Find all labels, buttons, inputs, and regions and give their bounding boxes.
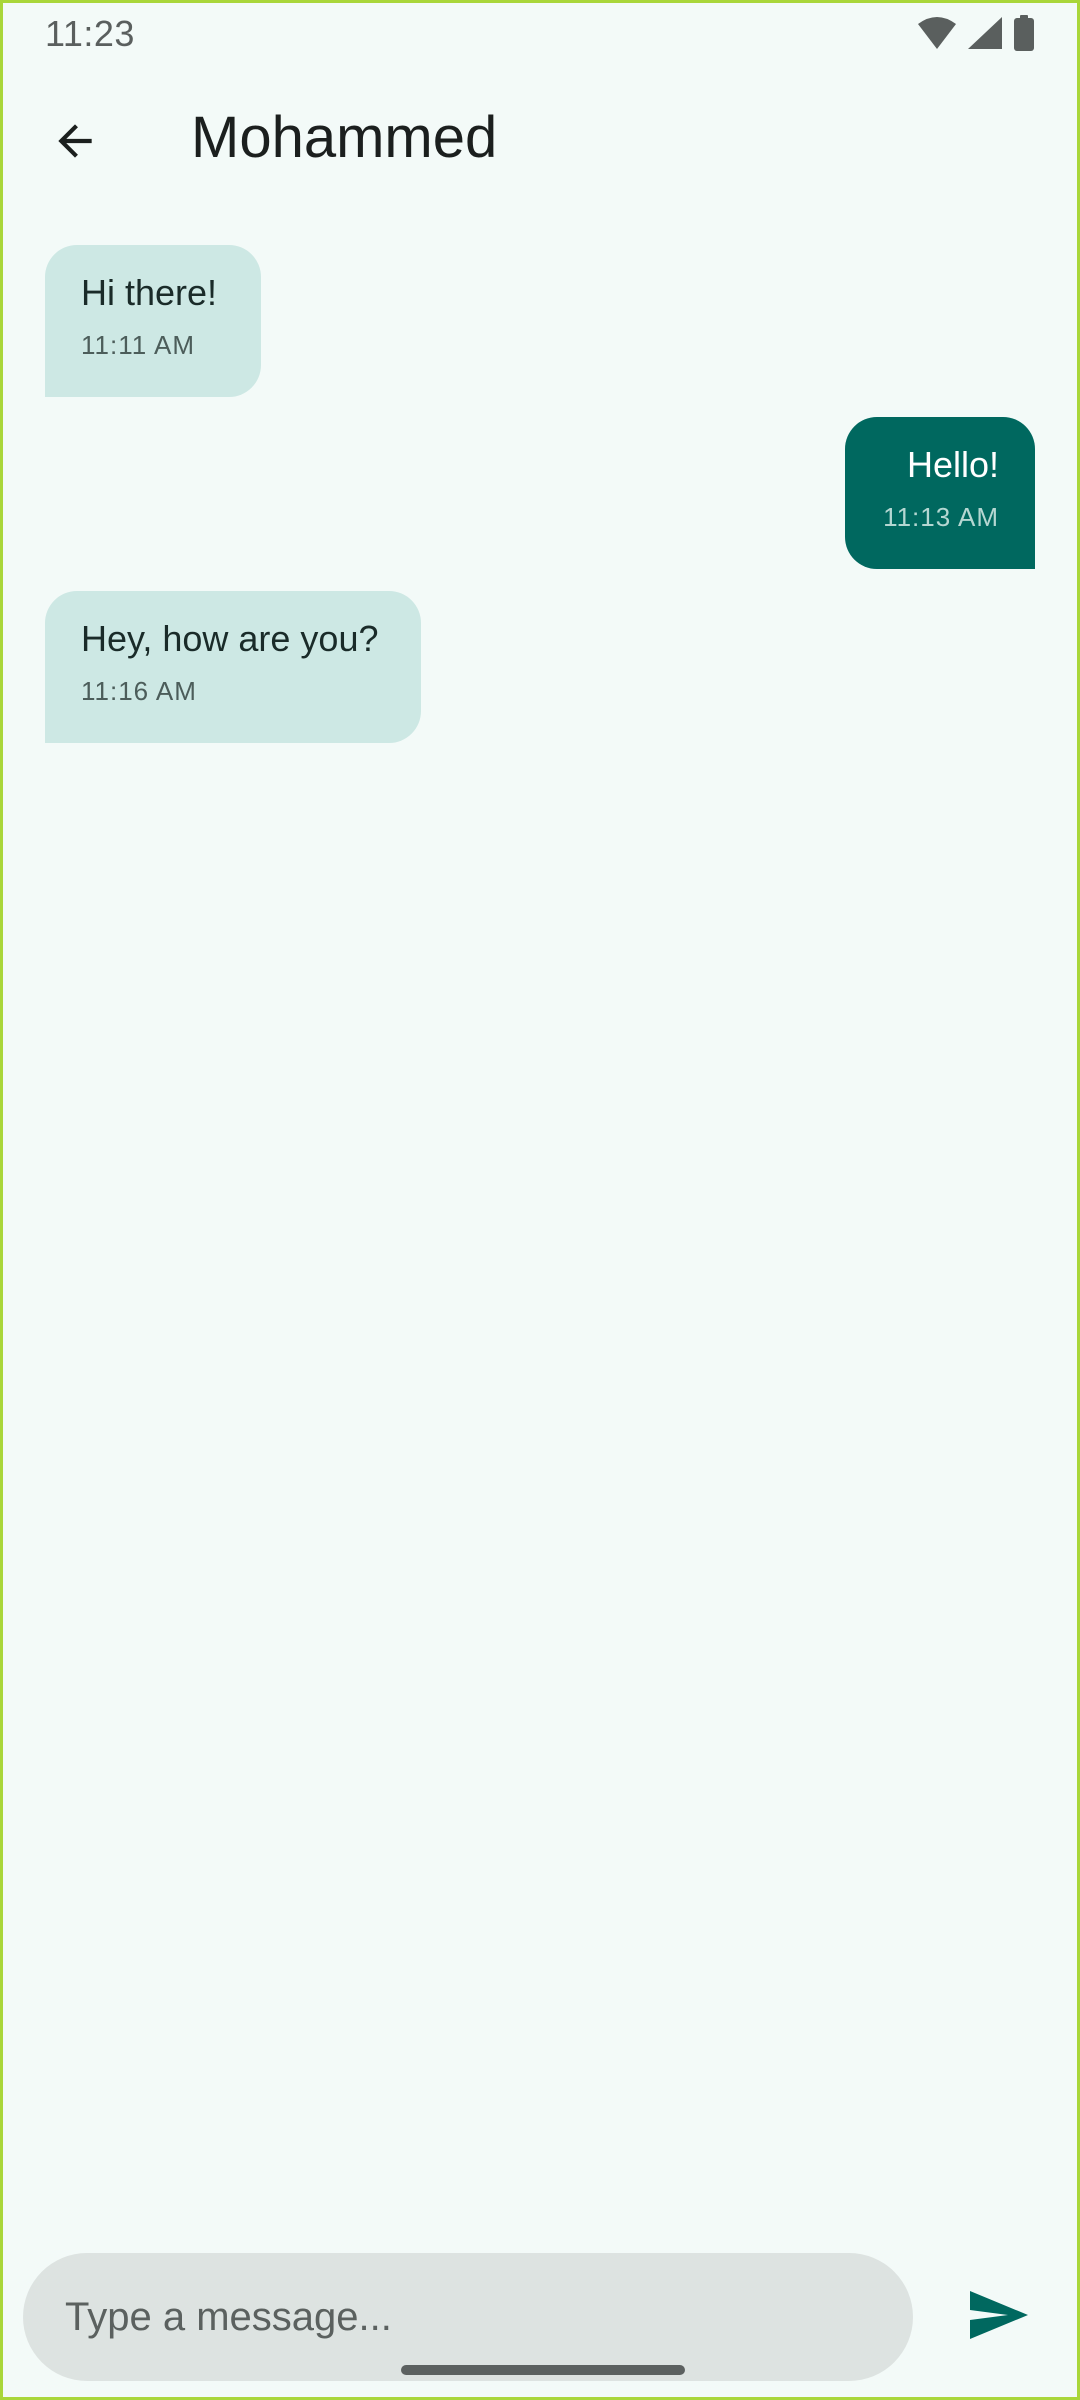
message-time: 11:13 AM bbox=[883, 502, 999, 532]
battery-icon bbox=[1013, 15, 1035, 51]
chat-screen: 11:23 Mohammed Hi there! 11:11 AM Hello!… bbox=[0, 0, 1080, 2400]
status-icons bbox=[917, 15, 1035, 51]
message-text: Hello! bbox=[906, 444, 999, 485]
message-input[interactable] bbox=[23, 2253, 913, 2381]
app-bar: Mohammed bbox=[3, 65, 1077, 213]
conversation-title: Mohammed bbox=[191, 105, 498, 170]
message-text: Hey, how are you? bbox=[81, 618, 379, 659]
message-text: Hi there! bbox=[81, 272, 218, 313]
wifi-icon bbox=[917, 16, 957, 50]
status-time: 11:23 bbox=[45, 13, 135, 54]
send-icon bbox=[968, 2289, 1030, 2346]
status-bar: 11:23 bbox=[3, 3, 1077, 65]
back-button[interactable] bbox=[31, 99, 119, 187]
incoming-message-bubble: Hi there! 11:11 AM bbox=[45, 245, 261, 397]
message-time: 11:16 AM bbox=[81, 676, 197, 706]
gesture-navigation-bar[interactable] bbox=[401, 2365, 685, 2375]
send-button[interactable] bbox=[951, 2277, 1047, 2357]
message-composer bbox=[3, 2253, 1077, 2383]
arrow-back-icon bbox=[50, 116, 100, 171]
cellular-signal-icon bbox=[967, 16, 1003, 50]
outgoing-message-bubble: Hello! 11:13 AM bbox=[845, 417, 1035, 569]
message-time: 11:11 AM bbox=[81, 330, 195, 360]
incoming-message-bubble: Hey, how are you? 11:16 AM bbox=[45, 591, 421, 743]
